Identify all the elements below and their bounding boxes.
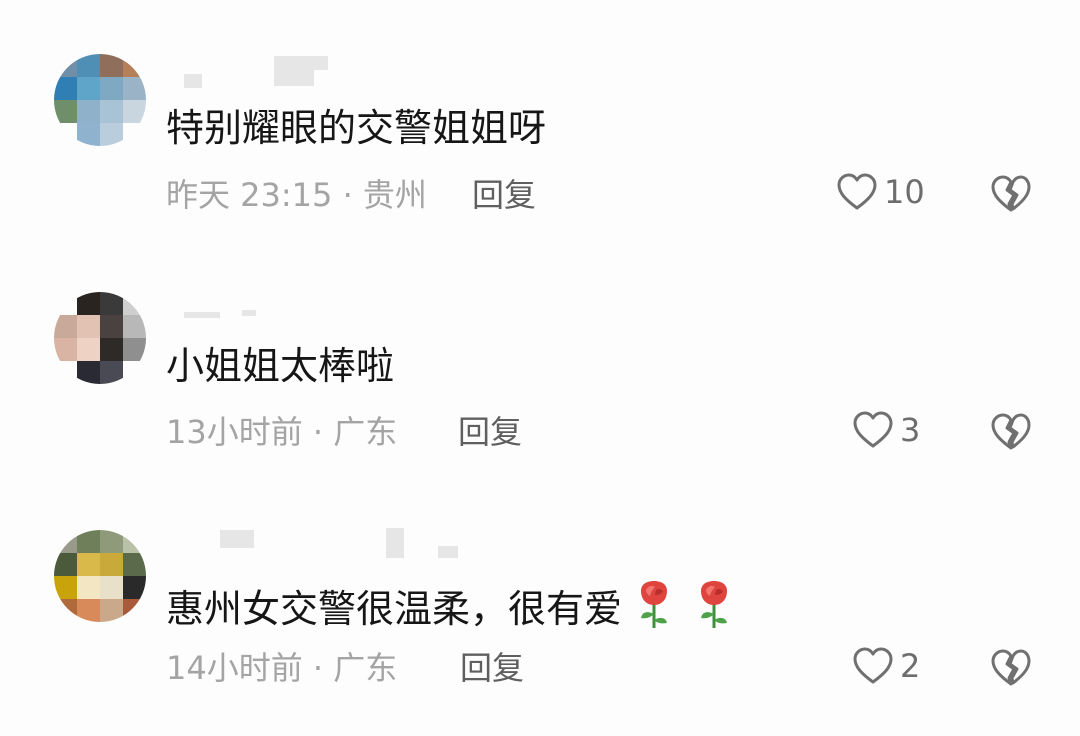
comment-meta: 13小时前 · 广东 xyxy=(166,413,398,451)
like-button[interactable]: 10 xyxy=(836,172,925,212)
comment-text: 惠州女交警很温柔，很有爱 xyxy=(166,580,732,643)
reply-button[interactable]: 回复 xyxy=(458,412,522,452)
broken-heart-icon xyxy=(991,175,1031,212)
avatar[interactable] xyxy=(54,292,146,384)
dislike-button[interactable] xyxy=(990,174,1032,218)
like-count: 10 xyxy=(884,173,925,211)
reply-button[interactable]: 回复 xyxy=(460,648,524,688)
heart-outline-icon xyxy=(837,173,877,210)
heart-outline-icon xyxy=(853,411,893,448)
comment-text: 特别耀眼的交警姐姐呀 xyxy=(166,106,547,150)
comment-text: 小姐姐太棒啦 xyxy=(166,344,395,388)
like-button[interactable]: 2 xyxy=(852,646,920,686)
rose-emoji xyxy=(636,580,672,643)
reply-button[interactable]: 回复 xyxy=(472,175,536,215)
heart-outline-icon xyxy=(853,647,893,684)
comment-list: 特别耀眼的交警姐姐呀 昨天 23:15 · 贵州 回复 10 小姐姐太棒啦 13… xyxy=(0,0,1080,736)
broken-heart-icon xyxy=(991,413,1031,450)
dislike-button[interactable] xyxy=(990,412,1032,456)
comment-meta: 14小时前 · 广东 xyxy=(166,649,398,687)
dislike-button[interactable] xyxy=(990,648,1032,692)
avatar[interactable] xyxy=(54,530,146,622)
like-count: 2 xyxy=(900,647,921,685)
like-button[interactable]: 3 xyxy=(852,410,920,450)
rose-emoji xyxy=(696,580,732,643)
comment-meta: 昨天 23:15 · 贵州 xyxy=(166,176,427,214)
avatar[interactable] xyxy=(54,54,146,146)
like-count: 3 xyxy=(900,411,921,449)
broken-heart-icon xyxy=(991,649,1031,686)
